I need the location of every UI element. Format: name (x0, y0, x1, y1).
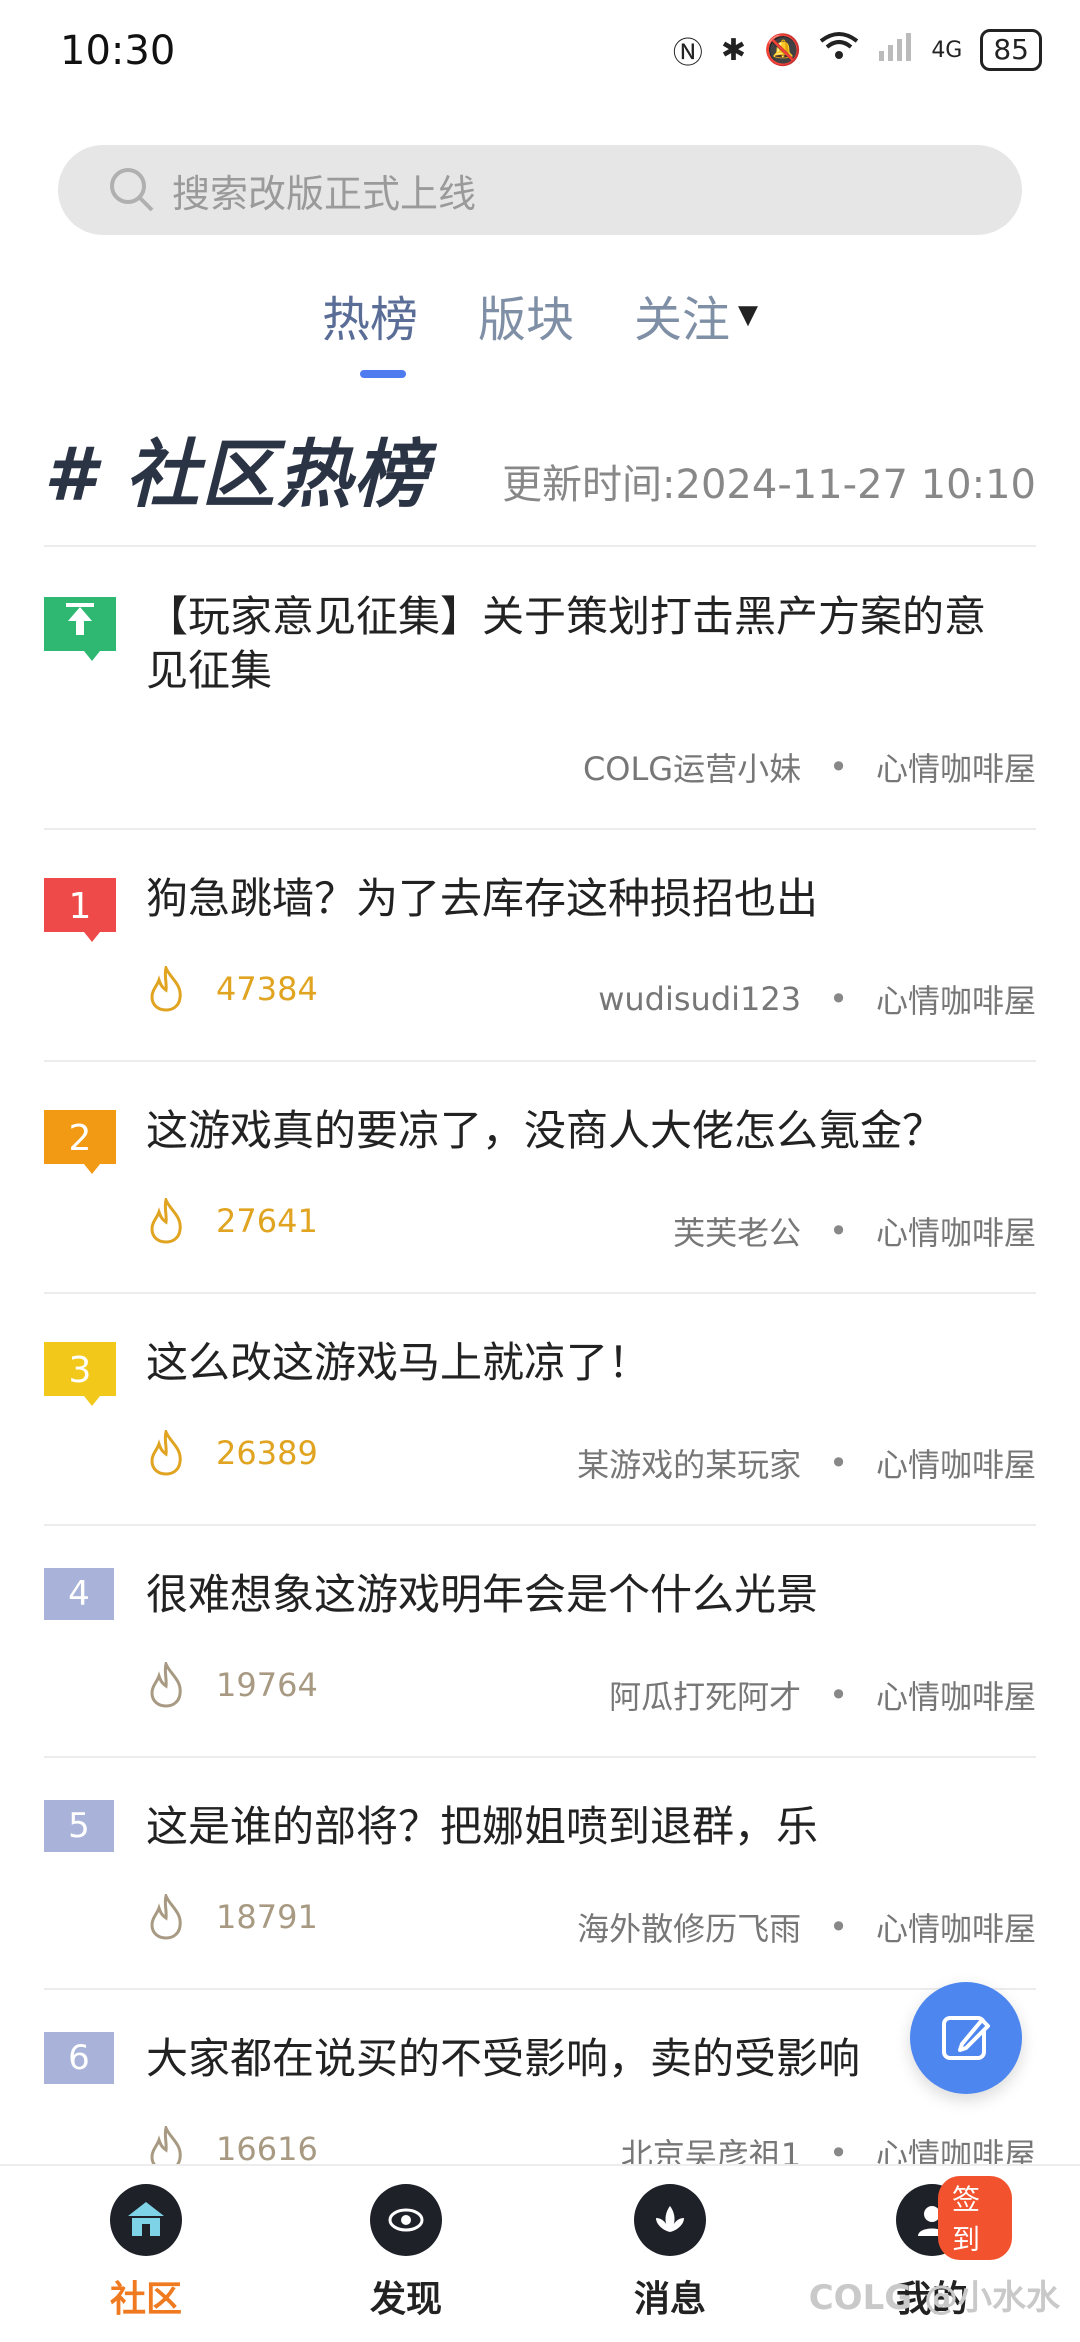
lotus-icon (634, 2184, 706, 2256)
divider (44, 1524, 1036, 1526)
svg-text:3: 3 (69, 1350, 92, 1391)
post-author[interactable]: wudisudi123 (598, 980, 801, 1018)
mute-icon: 🔕 (763, 32, 802, 68)
network-type: 4G (931, 37, 963, 63)
status-time: 10:30 (60, 28, 176, 74)
post-title[interactable]: 狗急跳墙？为了去库存这种损招也出 (146, 872, 1026, 926)
post-author[interactable]: 芙芙老公 (673, 1208, 801, 1254)
post-title[interactable]: 这么改这游戏马上就凉了！ (146, 1336, 1026, 1390)
rank-2-badge: 2 (44, 1108, 116, 1180)
post-author[interactable]: 海外散修历飞雨 (577, 1904, 801, 1950)
compose-button[interactable] (910, 1982, 1022, 2094)
svg-text:1: 1 (69, 886, 92, 927)
heat-count: 26389 (146, 1430, 318, 1476)
bluetooth-icon: ✱ (720, 32, 746, 68)
divider (44, 545, 1036, 547)
rank-4-badge: 4 (44, 1568, 114, 1620)
rank-5-badge: 5 (44, 1800, 114, 1852)
post-title[interactable]: 这游戏真的要凉了，没商人大佬怎么氪金？ (146, 1104, 1026, 1158)
pinned-post-title[interactable]: 【玩家意见征集】关于策划打击黑产方案的意见征集 (146, 590, 1026, 698)
wifi-icon (819, 31, 859, 69)
community-icon (110, 2184, 182, 2256)
post-board[interactable]: 心情咖啡屋 (876, 1904, 1036, 1950)
battery-icon: 85 (980, 29, 1042, 71)
flame-icon (150, 1430, 182, 1476)
post-meta: 海外散修历飞雨 • 心情咖啡屋 (577, 1904, 1036, 1950)
flame-icon (150, 1198, 182, 1244)
caret-down-icon: ▼ (738, 300, 759, 330)
post-author[interactable]: 阿瓜打死阿才 (609, 1672, 801, 1718)
pinned-icon (44, 595, 116, 667)
post-meta: wudisudi123 • 心情咖啡屋 (598, 976, 1036, 1022)
page-title: # 社区热榜 (44, 432, 430, 518)
tab-hot[interactable]: 热榜 (322, 280, 418, 350)
post-title[interactable]: 大家都在说买的不受影响，卖的受影响 (146, 2032, 926, 2086)
post-meta: 芙芙老公 • 心情咖啡屋 (673, 1208, 1036, 1254)
tab-follow[interactable]: 关注 ▼ (634, 280, 758, 350)
status-icons: Ⓝ ✱ 🔕 4G 85 (673, 28, 1042, 72)
flame-icon (150, 966, 182, 1012)
rank-6-badge: 6 (44, 2032, 114, 2084)
watermark: COLG @小水水 (808, 2278, 1060, 2318)
post-board[interactable]: 心情咖啡屋 (876, 1672, 1036, 1718)
post-board[interactable]: 心情咖啡屋 (876, 976, 1036, 1022)
search-bar[interactable]: 搜索改版正式上线 (58, 145, 1022, 235)
search-placeholder: 搜索改版正式上线 (172, 171, 477, 216)
nfc-icon: Ⓝ (672, 36, 703, 71)
post-board[interactable]: 心情咖啡屋 (876, 1440, 1036, 1486)
pinned-post-meta: COLG运营小妹 • 心情咖啡屋 (583, 744, 1036, 790)
heat-count: 47384 (146, 966, 318, 1012)
divider (44, 1756, 1036, 1758)
divider (44, 1292, 1036, 1294)
edit-icon (942, 2016, 990, 2060)
divider (44, 828, 1036, 830)
nav-community[interactable]: 社区 (66, 2184, 226, 2322)
heat-count: 19764 (146, 1662, 318, 1708)
eye-icon (370, 2184, 442, 2256)
heat-count: 18791 (146, 1894, 318, 1940)
signal-icon (877, 31, 913, 69)
checkin-badge[interactable]: 签到 (938, 2176, 1012, 2260)
nav-discover[interactable]: 发现 (326, 2184, 486, 2322)
post-author[interactable]: COLG运营小妹 (583, 744, 801, 790)
search-icon (110, 168, 154, 212)
post-title[interactable]: 这是谁的部将？把娜姐喷到退群，乐 (146, 1800, 1026, 1854)
tab-boards[interactable]: 版块 (478, 280, 574, 350)
rank-3-badge: 3 (44, 1340, 116, 1412)
post-title[interactable]: 很难想象这游戏明年会是个什么光景 (146, 1568, 1026, 1622)
heat-count: 27641 (146, 1198, 318, 1244)
post-board[interactable]: 心情咖啡屋 (876, 744, 1036, 790)
post-author[interactable]: 某游戏的某玩家 (577, 1440, 801, 1486)
flame-icon (150, 1894, 182, 1940)
divider (44, 1060, 1036, 1062)
post-meta: 阿瓜打死阿才 • 心情咖啡屋 (609, 1672, 1036, 1718)
post-board[interactable]: 心情咖啡屋 (876, 1208, 1036, 1254)
post-meta: 某游戏的某玩家 • 心情咖啡屋 (577, 1440, 1036, 1486)
divider (44, 1988, 1036, 1990)
nav-messages[interactable]: 消息 (590, 2184, 750, 2322)
update-time: 更新时间:2024-11-27 10:10 (502, 462, 1036, 508)
flame-icon (150, 1662, 182, 1708)
svg-text:2: 2 (69, 1118, 92, 1159)
tab-bar: 热榜 版块 关注 ▼ (0, 280, 1080, 350)
rank-1-badge: 1 (44, 876, 116, 948)
tab-indicator (360, 370, 406, 378)
